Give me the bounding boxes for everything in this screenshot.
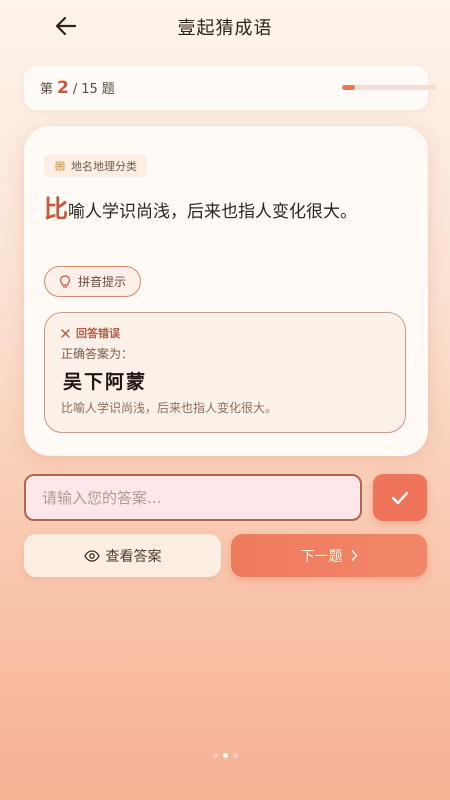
- lightbulb-icon: [60, 274, 70, 288]
- next-question-label: 下一题: [300, 548, 343, 565]
- result-status-text: 回答错误: [76, 327, 120, 340]
- progress-card: 第 2 / 15 题: [24, 66, 436, 110]
- answer-meaning: 比喻人学识尚浅，后来也指人变化很大。: [61, 401, 278, 415]
- progress-bar-fill: [342, 85, 355, 90]
- result-box: 回答错误 正确答案为： 吴下阿蒙 比喻人学识尚浅，后来也指人变化很大。: [44, 312, 406, 433]
- question-card: 地名地理分类 比喻人学识尚浅，后来也指人变化很大。 拼音提示 回答错误 正确答案…: [24, 126, 428, 456]
- page-dot: [232, 753, 238, 758]
- scroll-icon: [55, 161, 65, 171]
- answer-input[interactable]: [24, 474, 362, 521]
- category-tag: 地名地理分类: [44, 155, 147, 177]
- chevron-right-icon: [351, 550, 357, 561]
- category-label: 地名地理分类: [71, 160, 137, 173]
- eye-icon: [83, 549, 100, 562]
- progress-bar: [342, 85, 436, 90]
- progress-suffix: 题: [101, 82, 115, 97]
- page-dot: [222, 753, 228, 758]
- progress-current: 2: [57, 78, 69, 98]
- correct-answer-label: 正确答案为：: [61, 347, 134, 361]
- pinyin-hint-button[interactable]: 拼音提示: [44, 266, 142, 297]
- correct-answer: 吴下阿蒙: [63, 371, 148, 393]
- view-answer-label: 查看答案: [105, 548, 162, 565]
- question-first-char: 比: [44, 195, 68, 223]
- submit-button[interactable]: [373, 474, 427, 521]
- progress-text: 第 2 / 15 题: [40, 78, 115, 98]
- app-header: 壹起猜成语: [0, 0, 450, 52]
- next-question-button[interactable]: 下一题: [231, 534, 427, 577]
- check-icon: [391, 491, 409, 504]
- pinyin-hint-label: 拼音提示: [78, 275, 127, 289]
- view-answer-button[interactable]: 查看答案: [24, 534, 221, 577]
- result-status: 回答错误: [61, 325, 120, 341]
- question-rest-text: 喻人学识尚浅，后来也指人变化很大。: [68, 202, 357, 222]
- progress-total: 15: [81, 82, 98, 97]
- page-title: 壹起猜成语: [177, 18, 273, 39]
- page-indicator: [0, 753, 450, 758]
- close-icon: [61, 328, 70, 338]
- progress-prefix: 第: [40, 82, 54, 97]
- question-text: 比喻人学识尚浅，后来也指人变化很大。: [44, 194, 414, 227]
- progress-separator: /: [72, 82, 78, 97]
- page-dot: [212, 753, 218, 758]
